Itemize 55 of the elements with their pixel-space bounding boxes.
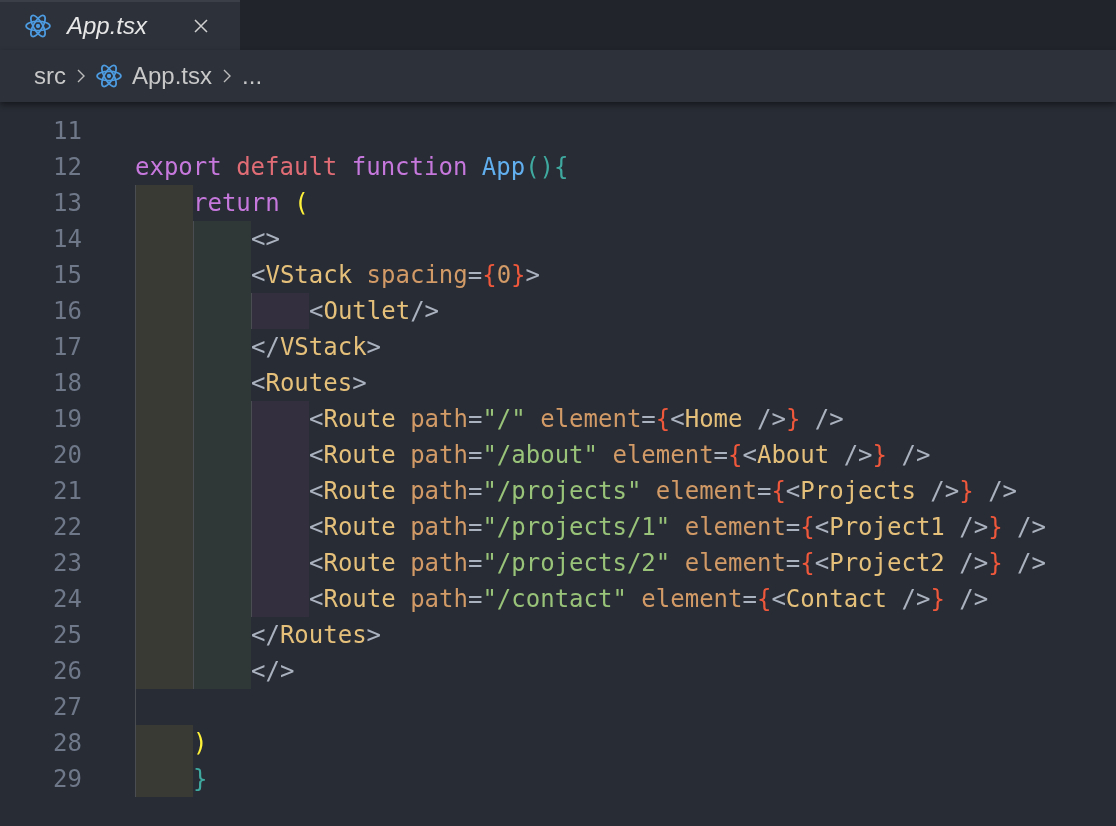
code-line: <Outlet/> (309, 296, 440, 327)
code-line: export default function App(){ (135, 152, 569, 183)
line-number: 25 (52, 620, 82, 651)
line-number: 16 (52, 296, 82, 327)
indent-guide (135, 653, 193, 689)
code-line: <Route path="/projects" element={<Projects />} /> (309, 476, 1018, 507)
tab-title: App.tsx (67, 12, 148, 40)
line-number: 29 (52, 764, 82, 795)
code-line: <Route path="/" element={<Home />} /> (309, 404, 844, 435)
indent-guide (193, 221, 251, 257)
line-number: 15 (52, 260, 82, 291)
indent-guide (135, 185, 193, 221)
editor-tab[interactable]: App.tsx (0, 0, 240, 50)
code-line: </VStack> (251, 332, 382, 363)
line-number: 18 (52, 368, 82, 399)
line-number: 12 (52, 152, 82, 183)
indent-guide (193, 653, 251, 689)
line-number: 13 (52, 188, 82, 219)
line-number: 27 (52, 692, 82, 723)
code-line: <VStack spacing={0}> (251, 260, 540, 291)
line-number: 22 (52, 512, 82, 543)
indent-guide (135, 725, 193, 761)
indent-guide (251, 293, 309, 329)
code-line: } (193, 764, 208, 795)
code-line: <> (251, 224, 280, 255)
close-icon[interactable] (193, 18, 210, 34)
breadcrumb-item[interactable]: ... (242, 62, 263, 90)
chevron-icon (76, 68, 86, 84)
code-line: <Route path="/projects/1" element={<Project1 />} /> (309, 512, 1046, 543)
code-line: <Routes> (251, 368, 367, 399)
code-line: ) (193, 728, 208, 759)
react-icon (25, 13, 51, 39)
line-number: 28 (52, 728, 82, 759)
code-line: <Route path="/about" element={<About />} /> (309, 440, 931, 471)
react-icon (96, 63, 122, 89)
breadcrumb-item[interactable]: src (34, 62, 66, 90)
line-number: 14 (52, 224, 82, 255)
indent-guide (251, 401, 309, 437)
breadcrumb-item[interactable]: App.tsx (132, 62, 213, 90)
code-line: <Route path="/projects/2" element={<Project2 />} /> (309, 548, 1046, 579)
indent-guide (251, 581, 309, 617)
indent-guide (135, 761, 193, 797)
line-number: 23 (52, 548, 82, 579)
line-number: 19 (52, 404, 82, 435)
chevron-icon (222, 68, 233, 84)
line-number: 11 (52, 116, 82, 147)
line-number: 17 (52, 332, 82, 363)
line-number: 21 (52, 476, 82, 507)
line-number: 20 (52, 440, 82, 471)
code-line: </> (251, 656, 295, 687)
code-line: return ( (193, 188, 309, 219)
line-number: 24 (52, 584, 82, 615)
line-number: 26 (52, 656, 82, 687)
code-line: <Route path="/contact" element={<Contact />} /> (309, 584, 989, 615)
code-line: </Routes> (251, 620, 382, 651)
